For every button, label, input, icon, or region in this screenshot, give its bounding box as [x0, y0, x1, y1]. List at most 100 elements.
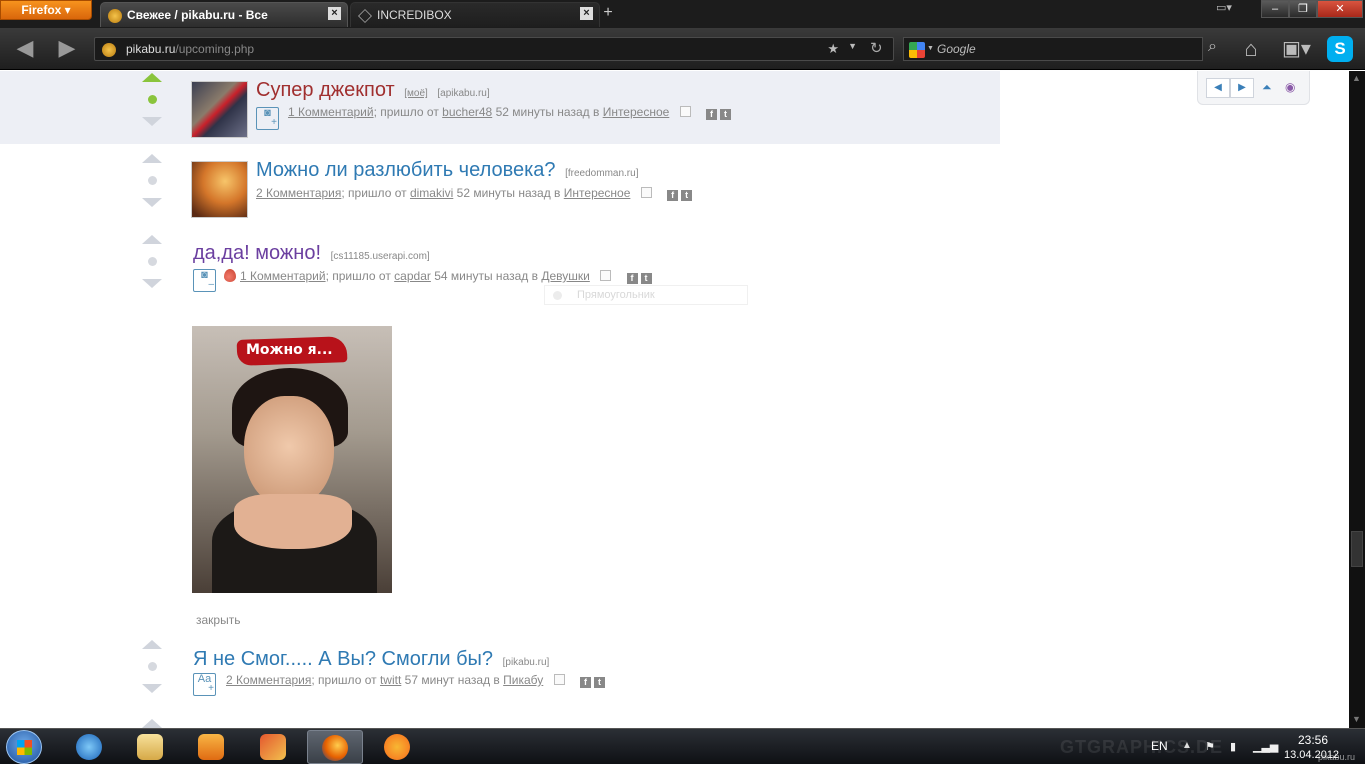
mine-tag[interactable]: [моё]: [404, 88, 428, 99]
close-tab-icon[interactable]: ×: [328, 7, 341, 20]
scroll-down-icon[interactable]: ▼: [1352, 714, 1361, 724]
power-icon[interactable]: ▮: [1230, 740, 1242, 753]
comments-link[interactable]: 2 Комментария: [256, 186, 341, 200]
story-thumbnail[interactable]: [191, 161, 248, 218]
category-link[interactable]: Интересное: [564, 186, 631, 200]
story-meta: 2 Комментария; пришло от twitt 57 минут …: [226, 673, 605, 688]
back-button[interactable]: ◀: [8, 36, 42, 62]
history-dropdown-icon[interactable]: ▼: [848, 41, 857, 51]
vertical-scrollbar[interactable]: ▲ ▼: [1349, 71, 1365, 728]
scroll-up-icon[interactable]: ▲: [1352, 73, 1361, 83]
meta-time: 54 минуты назад в: [434, 269, 538, 283]
reload-icon[interactable]: ↻: [870, 39, 883, 57]
vote-status-dot: [147, 257, 157, 266]
vote-up-icon[interactable]: [142, 154, 162, 163]
bookmark-star-icon[interactable]: ★: [827, 41, 839, 57]
facebook-icon[interactable]: f: [626, 273, 638, 284]
tab-pikabu[interactable]: Свежее / pikabu.ru - Все ×: [100, 2, 348, 27]
story-image[interactable]: Можно я...: [192, 326, 392, 593]
author-link[interactable]: dimakivi: [410, 186, 453, 200]
vote-down-icon[interactable]: [142, 198, 162, 207]
next-story-button[interactable]: ▶: [1230, 78, 1254, 98]
scrollbar-thumb[interactable]: [1351, 531, 1363, 567]
pikabu-favicon-icon: [108, 9, 122, 23]
comments-link[interactable]: 2 Комментария: [226, 673, 311, 687]
site-identity-icon[interactable]: [102, 43, 116, 57]
taskbar-ie[interactable]: [62, 730, 118, 764]
story-title-link[interactable]: да,да! можно!: [193, 242, 321, 264]
start-button[interactable]: [6, 730, 42, 764]
twitter-icon[interactable]: t: [640, 273, 652, 284]
vote-down-icon[interactable]: [142, 279, 162, 288]
facebook-icon[interactable]: f: [667, 190, 679, 201]
bookmarks-menu-icon[interactable]: ▣▾: [1282, 36, 1322, 62]
author-link[interactable]: twitt: [380, 673, 401, 687]
vote-up-icon[interactable]: [142, 73, 162, 82]
taskbar-media-player[interactable]: [184, 730, 240, 764]
vote-status-dot: [147, 95, 157, 104]
hide-viewed-eye-icon[interactable]: ◉: [1285, 80, 1295, 94]
tab-title: Свежее / pikabu.ru - Все: [127, 8, 268, 22]
vote-down-icon[interactable]: [142, 117, 162, 126]
category-link[interactable]: Интересное: [603, 105, 670, 119]
taskbar-explorer[interactable]: [123, 730, 179, 764]
network-signal-icon[interactable]: ▁▃▅: [1253, 740, 1278, 753]
image-skin: [234, 494, 352, 549]
twitter-icon[interactable]: t: [681, 190, 693, 201]
minimize-button[interactable]: –: [1261, 0, 1289, 18]
previous-story-button[interactable]: ◀: [1206, 78, 1230, 98]
clock-time[interactable]: 23:56: [1298, 733, 1328, 747]
story-title-link[interactable]: Супер джекпот: [256, 79, 395, 101]
category-link[interactable]: Пикабу: [503, 673, 543, 687]
twitter-icon[interactable]: t: [593, 677, 605, 688]
save-icon[interactable]: [553, 674, 565, 685]
tab-incredibox[interactable]: INCREDIBOX ×: [350, 2, 600, 27]
taskbar-firefox[interactable]: [307, 730, 363, 764]
author-link[interactable]: capdar: [394, 269, 431, 283]
vote-up-icon[interactable]: [142, 640, 162, 649]
category-link[interactable]: Девушки: [541, 269, 590, 283]
skype-icon[interactable]: S: [1327, 36, 1353, 62]
forward-button[interactable]: ▶: [50, 36, 84, 62]
story-title: Супер джекпот [моё] [apikabu.ru]: [256, 79, 490, 102]
vote-up-icon[interactable]: [142, 235, 162, 244]
comments-link[interactable]: 1 Комментарий: [240, 269, 326, 283]
close-window-button[interactable]: ✕: [1317, 0, 1363, 18]
new-tab-button[interactable]: +: [600, 4, 616, 22]
taskbar-app[interactable]: [246, 730, 302, 764]
comments-link[interactable]: 1 Комментарий: [288, 105, 374, 119]
twitter-icon[interactable]: t: [719, 109, 731, 120]
search-icon[interactable]: ⌕: [1208, 38, 1217, 56]
address-bar[interactable]: pikabu.ru/upcoming.php ★ ▼: [94, 37, 894, 61]
story-thumbnail[interactable]: [191, 81, 248, 138]
save-icon[interactable]: [679, 106, 691, 117]
vote-down-icon[interactable]: [142, 684, 162, 693]
story-title-link[interactable]: Можно ли разлюбить человека?: [256, 159, 556, 181]
firefox-menu-button[interactable]: Firefox ▾: [0, 0, 92, 20]
close-image-link[interactable]: закрыть: [196, 613, 240, 627]
google-engine-icon[interactable]: [909, 42, 925, 58]
author-link[interactable]: bucher48: [442, 105, 492, 119]
language-indicator[interactable]: EN: [1151, 739, 1168, 753]
facebook-icon[interactable]: f: [705, 109, 717, 120]
maximize-button[interactable]: ❐: [1289, 0, 1317, 18]
save-icon[interactable]: [640, 187, 652, 198]
facebook-icon[interactable]: f: [579, 677, 591, 688]
tab-groups-icon[interactable]: ▭▾: [1209, 0, 1239, 18]
scroll-top-icon[interactable]: ⏶: [1262, 80, 1272, 95]
triangle-app-icon: [384, 734, 410, 760]
meta-time: 57 минут назад в: [404, 673, 500, 687]
show-hidden-icons-icon[interactable]: ▲: [1182, 740, 1192, 751]
search-bar[interactable]: ▼ Google: [903, 37, 1203, 61]
vote-up-icon[interactable]: [142, 719, 162, 728]
vote-status-dot: [147, 662, 157, 671]
taskbar-aimp[interactable]: [370, 730, 426, 764]
image-face: [244, 396, 334, 508]
action-center-flag-icon[interactable]: ⚑: [1205, 740, 1217, 753]
strawberry-icon: [224, 269, 236, 282]
save-icon[interactable]: [600, 270, 612, 281]
engine-dropdown-icon[interactable]: ▼: [927, 45, 934, 52]
close-tab-icon[interactable]: ×: [580, 7, 593, 20]
story-title-link[interactable]: Я не Смог..... А Вы? Смогли бы?: [193, 648, 493, 670]
home-icon[interactable]: ⌂: [1236, 36, 1266, 62]
